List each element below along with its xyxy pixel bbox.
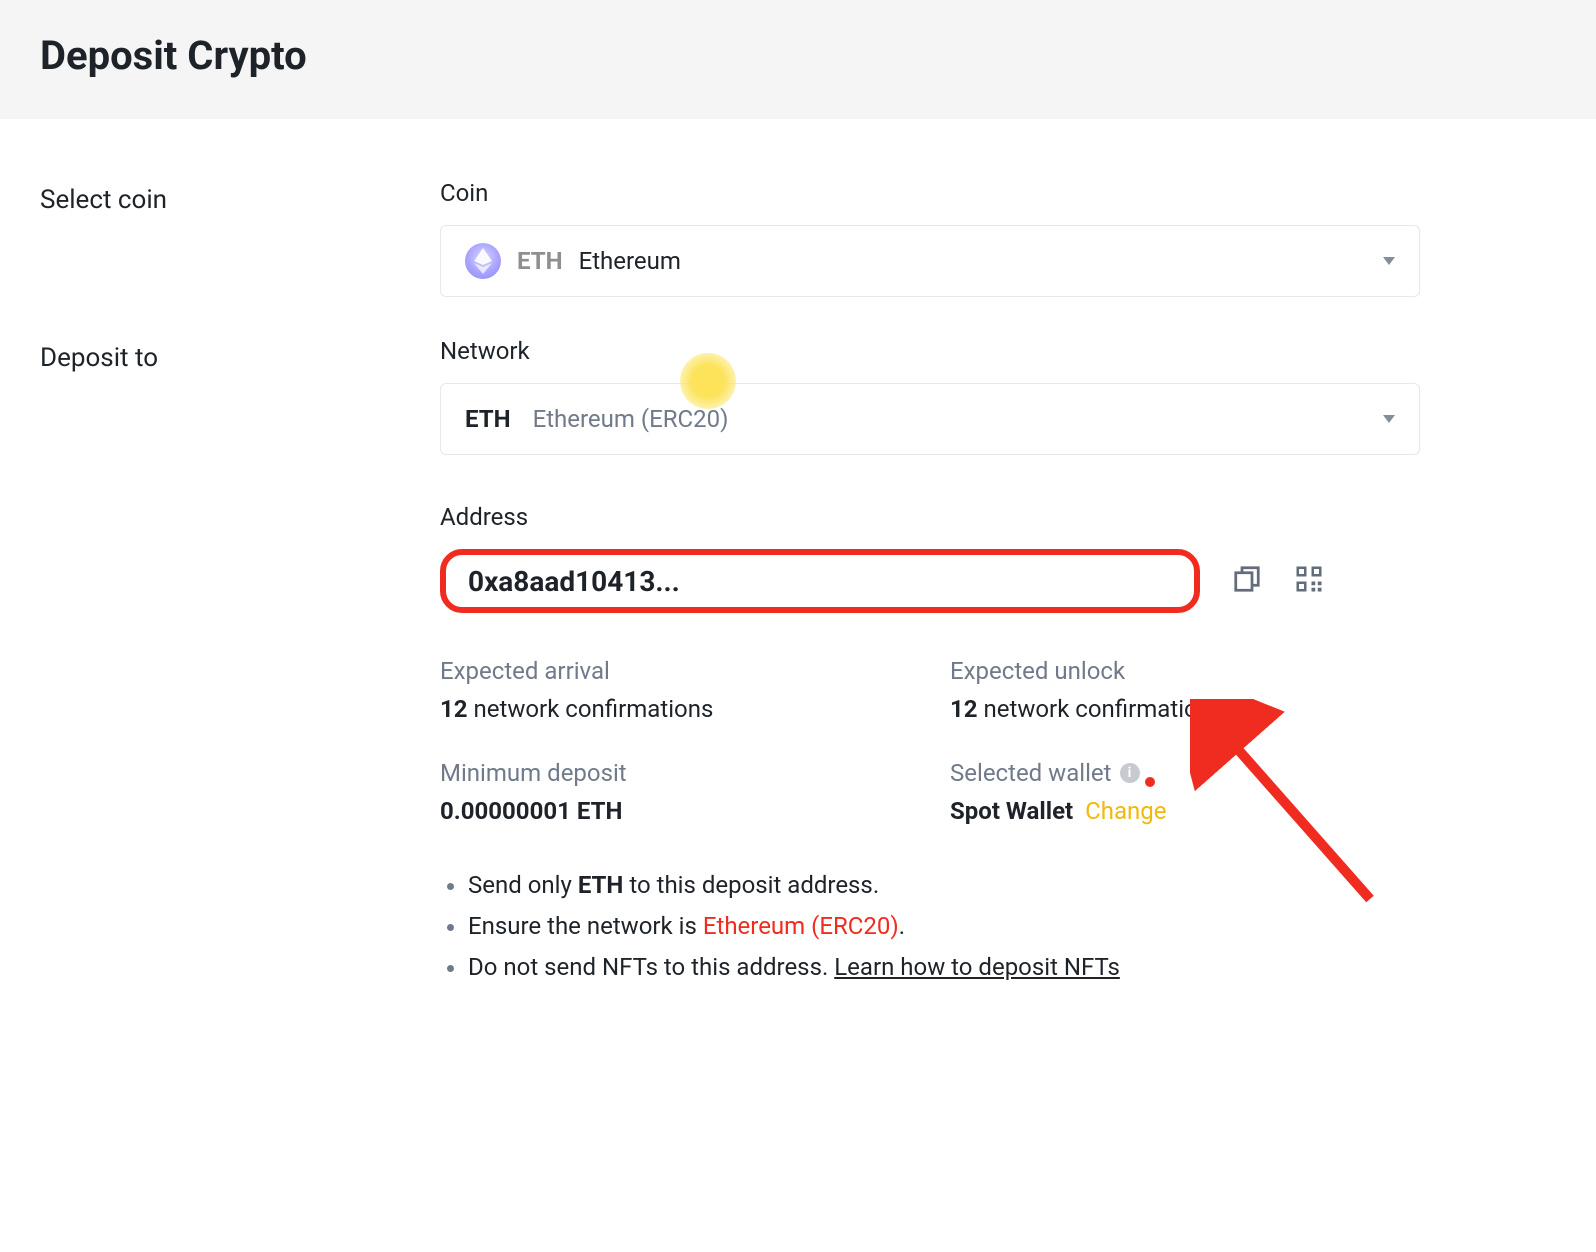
ethereum-icon bbox=[465, 243, 501, 279]
chevron-down-icon bbox=[1383, 415, 1395, 423]
selected-wallet-value: Spot Wallet bbox=[950, 797, 1073, 825]
qr-icon[interactable] bbox=[1294, 564, 1324, 598]
minimum-deposit: Minimum deposit 0.00000001 ETH bbox=[440, 759, 910, 825]
learn-deposit-nfts-link[interactable]: Learn how to deposit NFTs bbox=[834, 953, 1120, 981]
coin-field-label: Coin bbox=[440, 179, 1420, 207]
selected-wallet-label: Selected wallet bbox=[950, 759, 1112, 787]
expected-unlock-count: 12 bbox=[950, 695, 978, 723]
deposit-to-label: Deposit to bbox=[40, 337, 440, 987]
deposit-notes: Send only ETH to this deposit address. E… bbox=[440, 865, 1420, 987]
info-icon[interactable]: i bbox=[1120, 763, 1140, 783]
network-symbol: ETH bbox=[465, 405, 511, 433]
coin-name: Ethereum bbox=[579, 247, 681, 275]
deposit-to-row: Deposit to Network ETH Ethereum (ERC20) … bbox=[40, 337, 1556, 987]
deposit-address-highlight: 0xa8aad10413... bbox=[440, 549, 1200, 613]
expected-arrival-count: 12 bbox=[440, 695, 468, 723]
deposit-address[interactable]: 0xa8aad10413... bbox=[468, 565, 680, 598]
note-item-2: Ensure the network is Ethereum (ERC20). bbox=[468, 906, 1420, 947]
select-coin-label: Select coin bbox=[40, 179, 440, 297]
deposit-info-grid: Expected arrival 12 network confirmation… bbox=[440, 657, 1420, 825]
network-field-label: Network bbox=[440, 337, 1420, 365]
network-select[interactable]: ETH Ethereum (ERC20) bbox=[440, 383, 1420, 455]
content-area: Select coin Coin ETH Ethereum Deposit to… bbox=[0, 119, 1596, 1067]
expected-unlock-label: Expected unlock bbox=[950, 657, 1420, 685]
select-coin-row: Select coin Coin ETH Ethereum bbox=[40, 179, 1556, 297]
network-highlight: Ethereum (ERC20) bbox=[703, 912, 899, 940]
minimum-deposit-value: 0.00000001 ETH bbox=[440, 797, 622, 825]
network-name: Ethereum (ERC20) bbox=[533, 405, 729, 433]
page-title: Deposit Crypto bbox=[40, 32, 1556, 79]
expected-arrival-label: Expected arrival bbox=[440, 657, 910, 685]
selected-wallet: Selected wallet i Spot Wallet Change bbox=[950, 759, 1420, 825]
address-field-label: Address bbox=[440, 503, 1420, 531]
chevron-down-icon bbox=[1383, 257, 1395, 265]
coin-symbol: ETH bbox=[517, 247, 563, 275]
note-item-1: Send only ETH to this deposit address. bbox=[468, 865, 1420, 906]
expected-arrival: Expected arrival 12 network confirmation… bbox=[440, 657, 910, 723]
expected-unlock-suffix: network confirmations bbox=[984, 695, 1224, 723]
expected-arrival-suffix: network confirmations bbox=[474, 695, 714, 723]
copy-icon[interactable] bbox=[1232, 564, 1262, 598]
note-item-3: Do not send NFTs to this address. Learn … bbox=[468, 947, 1420, 988]
minimum-deposit-label: Minimum deposit bbox=[440, 759, 910, 787]
expected-unlock: Expected unlock 12 network confirmations bbox=[950, 657, 1420, 723]
page-header: Deposit Crypto bbox=[0, 0, 1596, 119]
coin-select[interactable]: ETH Ethereum bbox=[440, 225, 1420, 297]
change-wallet-link[interactable]: Change bbox=[1085, 797, 1166, 825]
